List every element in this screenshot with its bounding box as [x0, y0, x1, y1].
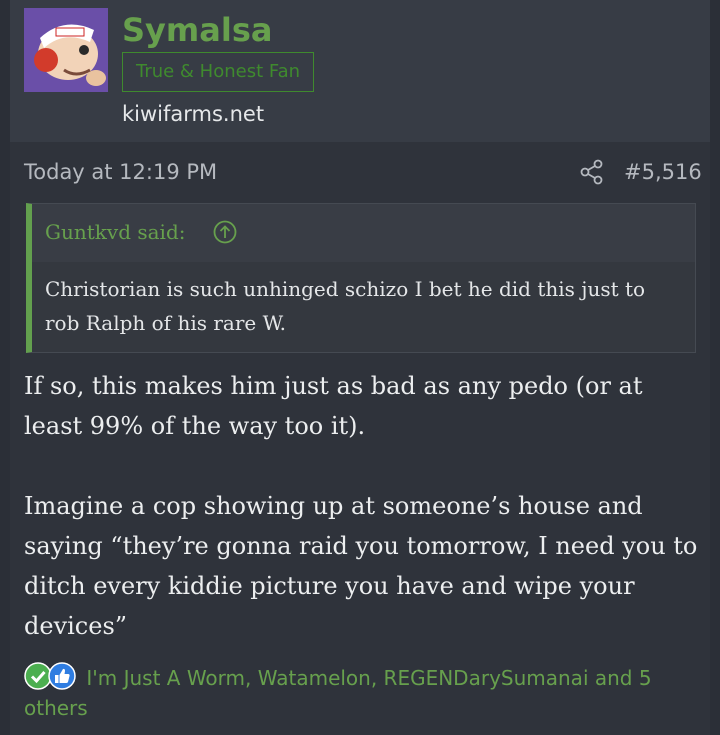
post-container: Symalsa True & Honest Fan kiwifarms.net … — [10, 0, 710, 735]
arrow-up-circle-icon[interactable] — [212, 219, 238, 245]
like-reaction-icon — [48, 662, 76, 690]
post-number[interactable]: #5,516 — [624, 158, 702, 186]
post-date[interactable]: Today at 12:19 PM — [24, 158, 217, 186]
reaction-icons — [24, 662, 80, 690]
post-paragraph: If so, this makes him just as bad as any… — [24, 372, 643, 440]
quote-header: Guntkvd said: — [32, 204, 695, 262]
user-header: Symalsa True & Honest Fan kiwifarms.net — [10, 0, 710, 142]
user-title-badge: True & Honest Fan — [122, 52, 314, 92]
username[interactable]: Symalsa — [122, 10, 272, 50]
reactions-bar[interactable]: I'm Just A Worm, Watamelon, REGENDarySum… — [24, 662, 704, 723]
quote-author[interactable]: Guntkvd said: — [45, 217, 185, 247]
post-body: If so, this makes him just as bad as any… — [24, 366, 704, 646]
post-paragraph: Imagine a cop showing up at someone’s ho… — [24, 492, 698, 640]
quote-block: Guntkvd said: Christorian is such unhing… — [26, 203, 696, 353]
reactions-text[interactable]: I'm Just A Worm, Watamelon, REGENDarySum… — [24, 666, 652, 720]
quote-text: Christorian is such unhinged schizo I be… — [45, 277, 646, 335]
share-icon[interactable] — [578, 158, 606, 186]
user-site: kiwifarms.net — [122, 102, 265, 126]
avatar[interactable] — [24, 8, 108, 92]
